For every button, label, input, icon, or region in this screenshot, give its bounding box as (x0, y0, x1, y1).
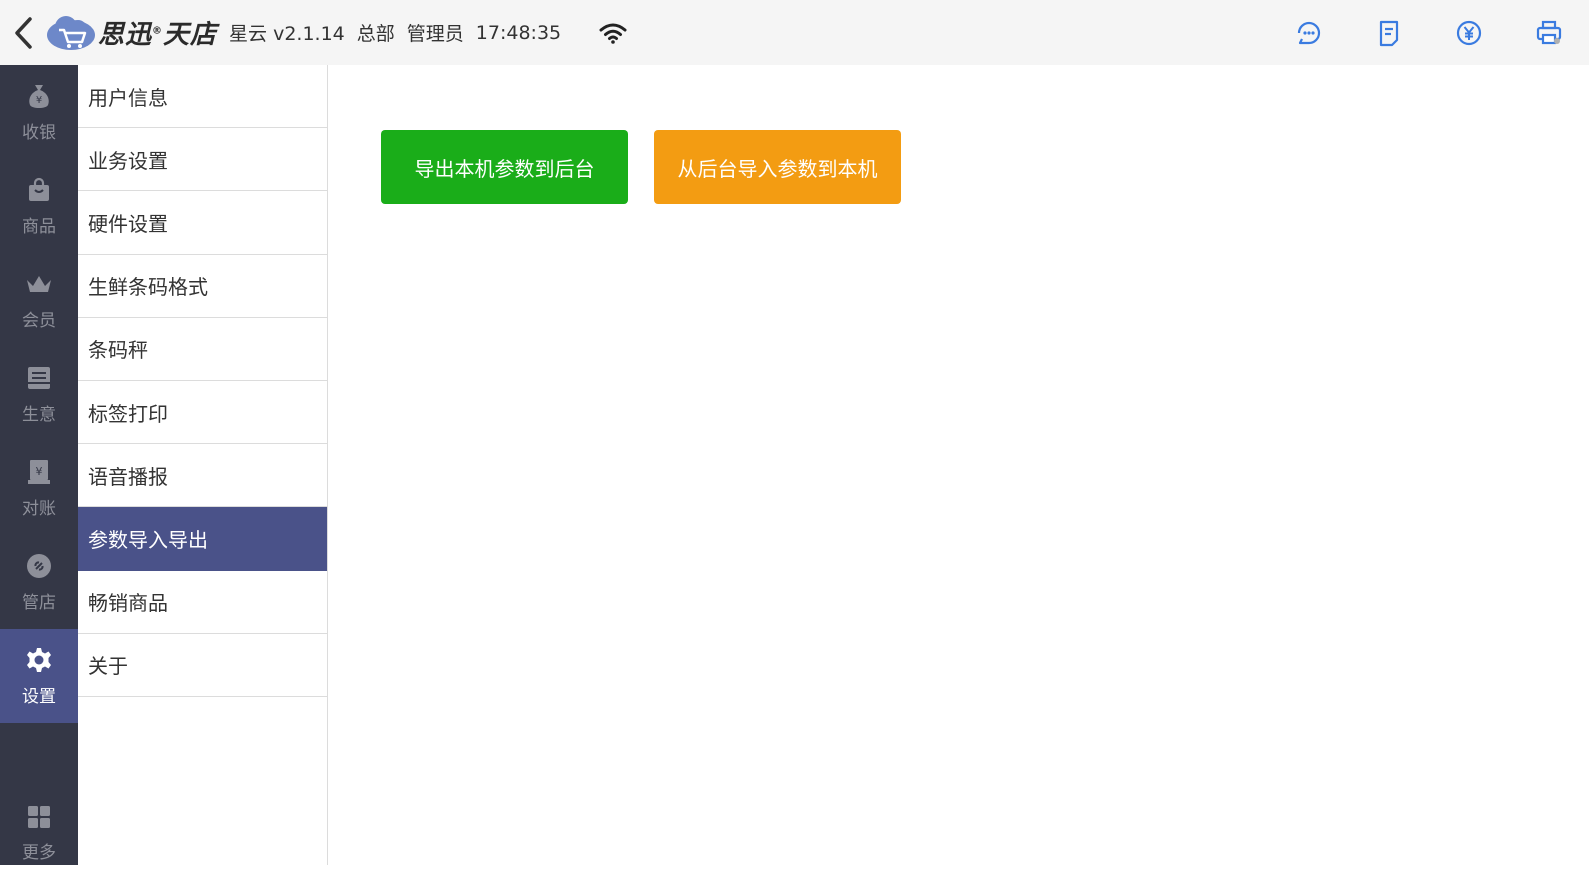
nav-label: 生意 (22, 404, 56, 425)
grid-icon (28, 806, 50, 828)
ledger-icon: ¥ (28, 459, 50, 484)
store-name: 总部 (356, 23, 395, 45)
export-params-button[interactable]: 导出本机参数到后台 (381, 130, 628, 204)
submenu-item-best-sellers[interactable]: 畅销商品 (78, 571, 327, 634)
submenu-item-voice-broadcast[interactable]: 语音播报 (78, 444, 327, 508)
nav-item-store[interactable]: 管店 (0, 535, 78, 629)
nav-label: 对账 (22, 498, 56, 519)
document-button[interactable] (1349, 0, 1429, 65)
main-content: 导出本机参数到后台 从后台导入参数到本机 (328, 65, 1589, 865)
back-button[interactable] (0, 0, 48, 65)
app-logo: 思迅®天店 (46, 13, 217, 53)
nav-item-reconcile[interactable]: ¥ 对账 (0, 441, 78, 535)
chevron-left-icon (15, 16, 32, 49)
shopping-bag-icon (29, 177, 49, 201)
submenu-item-business-settings[interactable]: 业务设置 (78, 128, 327, 192)
submenu-item-hardware-settings[interactable]: 硬件设置 (78, 191, 327, 255)
submenu-item-user-info[interactable]: 用户信息 (78, 65, 327, 129)
svg-text:¥: ¥ (36, 95, 42, 106)
cloud-cart-icon (47, 15, 95, 50)
payment-button[interactable] (1429, 0, 1509, 65)
money-bag-icon: ¥ (29, 84, 49, 108)
top-bar: 思迅®天店 星云 v2.1.14 总部 管理员 17:48:35 (0, 0, 1589, 65)
printer-button[interactable] (1509, 0, 1589, 65)
submenu-item-about[interactable]: 关于 (78, 634, 327, 697)
nav-item-products[interactable]: 商品 (0, 159, 78, 253)
settings-submenu: 用户信息 业务设置 硬件设置 生鲜条码格式 条码秤 标签打印 语音播报 参数导入… (78, 65, 328, 865)
nav-label: 会员 (22, 310, 56, 331)
app-version: 星云 v2.1.14 (229, 23, 345, 45)
nav-label: 设置 (22, 686, 56, 707)
nav-item-members[interactable]: 会员 (0, 253, 78, 347)
submenu-item-label-print[interactable]: 标签打印 (78, 381, 327, 445)
register-icon (28, 366, 50, 389)
left-nav: ¥ 收银 商品 会员 生意 ¥ 对账 管店 设置 更多 (0, 65, 78, 865)
nav-item-settings[interactable]: 设置 (0, 629, 78, 723)
nav-label: 收银 (22, 122, 56, 143)
document-icon (1379, 20, 1399, 46)
store-icon (27, 553, 51, 578)
import-params-button[interactable]: 从后台导入参数到本机 (654, 130, 901, 204)
customer-service-button[interactable] (1269, 0, 1349, 65)
wifi-icon (599, 23, 627, 44)
nav-label: 管店 (22, 592, 56, 613)
user-role: 管理员 (406, 23, 464, 45)
printer-icon (1536, 20, 1562, 44)
nav-item-more[interactable]: 更多 (0, 800, 78, 880)
yen-coin-icon (1456, 20, 1482, 45)
logo-text: 思迅®天店 (98, 20, 218, 50)
nav-item-cashier[interactable]: ¥ 收银 (0, 65, 78, 159)
nav-item-business[interactable]: 生意 (0, 347, 78, 441)
crown-icon (27, 275, 51, 292)
nav-label: 商品 (22, 216, 56, 237)
nav-label: 更多 (22, 843, 56, 863)
svg-text:¥: ¥ (36, 465, 43, 478)
submenu-item-fresh-barcode[interactable]: 生鲜条码格式 (78, 255, 327, 318)
gear-icon (27, 647, 51, 672)
chat-bot-icon (1297, 21, 1321, 44)
submenu-item-param-import-export[interactable]: 参数导入导出 (78, 507, 327, 571)
clock: 17:48:35 (475, 21, 562, 44)
submenu-item-barcode-scale[interactable]: 条码秤 (78, 318, 327, 381)
